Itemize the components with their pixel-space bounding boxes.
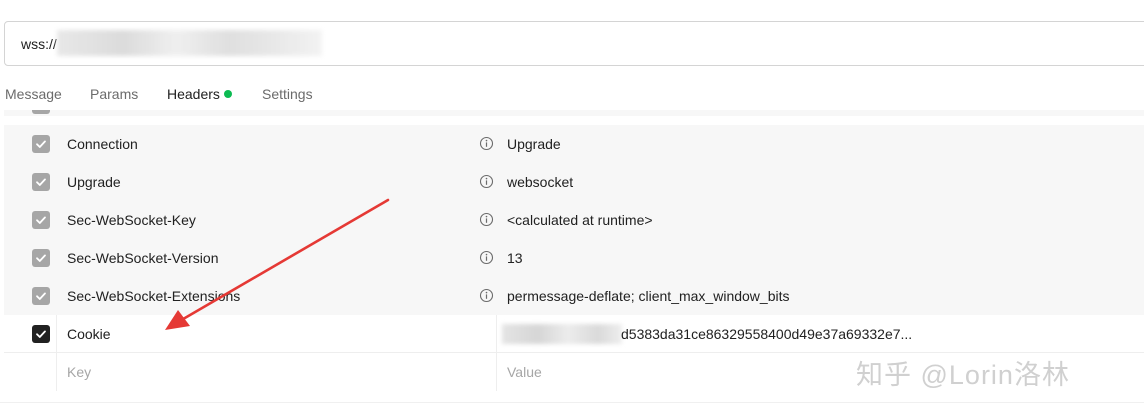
info-icon[interactable] bbox=[479, 250, 494, 265]
checkbox[interactable] bbox=[32, 173, 50, 191]
column-divider bbox=[496, 353, 497, 391]
divider bbox=[0, 402, 1144, 403]
tab-params[interactable]: Params bbox=[90, 86, 138, 102]
checkbox[interactable] bbox=[32, 110, 50, 114]
watermark: 知乎 @Lorin洛林 bbox=[856, 360, 1070, 390]
table-row: Connection Upgrade bbox=[4, 125, 1144, 163]
table-row bbox=[4, 110, 1144, 116]
header-key[interactable]: Cookie bbox=[67, 326, 111, 342]
header-value: 13 bbox=[507, 250, 523, 266]
checkbox[interactable] bbox=[32, 325, 50, 343]
tab-settings[interactable]: Settings bbox=[262, 86, 313, 102]
url-input[interactable]: wss:// bbox=[4, 21, 1144, 66]
redacted-cookie bbox=[502, 324, 622, 344]
header-value: websocket bbox=[507, 174, 574, 190]
header-key: Sec-WebSocket-Extensions bbox=[67, 288, 241, 304]
active-indicator-icon bbox=[223, 90, 232, 98]
checkbox[interactable] bbox=[32, 287, 50, 305]
info-icon[interactable] bbox=[479, 174, 494, 189]
tab-headers-label: Headers bbox=[167, 86, 220, 102]
table-row: Upgrade websocket bbox=[4, 163, 1144, 201]
column-divider bbox=[496, 315, 497, 353]
column-divider bbox=[56, 353, 57, 391]
table-row: Sec-WebSocket-Version 13 bbox=[4, 239, 1144, 277]
header-value: permessage-deflate; client_max_window_bi… bbox=[507, 288, 790, 304]
checkbox[interactable] bbox=[32, 211, 50, 229]
header-key: Upgrade bbox=[67, 174, 121, 190]
value-input[interactable]: Value bbox=[507, 364, 542, 380]
header-value[interactable]: d5383da31ce86329558400d49e37a69332e7... bbox=[621, 326, 912, 342]
redacted-url bbox=[57, 30, 322, 56]
header-key: Sec-WebSocket-Version bbox=[67, 250, 219, 266]
info-icon[interactable] bbox=[479, 136, 494, 151]
info-icon[interactable] bbox=[479, 212, 494, 227]
header-key: Sec-WebSocket-Key bbox=[67, 212, 196, 228]
tab-headers[interactable]: Headers bbox=[167, 86, 232, 102]
header-value: Upgrade bbox=[507, 136, 561, 152]
table-row: Sec-WebSocket-Key <calculated at runtime… bbox=[4, 201, 1144, 239]
checkbox[interactable] bbox=[32, 135, 50, 153]
header-value: <calculated at runtime> bbox=[507, 212, 653, 228]
table-row-cookie: Cookie d5383da31ce86329558400d49e37a6933… bbox=[4, 315, 1144, 353]
url-prefix: wss:// bbox=[21, 36, 57, 52]
tab-message[interactable]: Message bbox=[5, 86, 62, 102]
headers-table: Connection Upgrade Upgrade websocket Sec… bbox=[4, 110, 1144, 391]
info-icon[interactable] bbox=[479, 288, 494, 303]
header-key: Connection bbox=[67, 136, 138, 152]
table-row: Sec-WebSocket-Extensions permessage-defl… bbox=[4, 277, 1144, 315]
checkbox[interactable] bbox=[32, 249, 50, 267]
column-divider bbox=[56, 315, 57, 353]
key-input[interactable]: Key bbox=[67, 364, 91, 380]
